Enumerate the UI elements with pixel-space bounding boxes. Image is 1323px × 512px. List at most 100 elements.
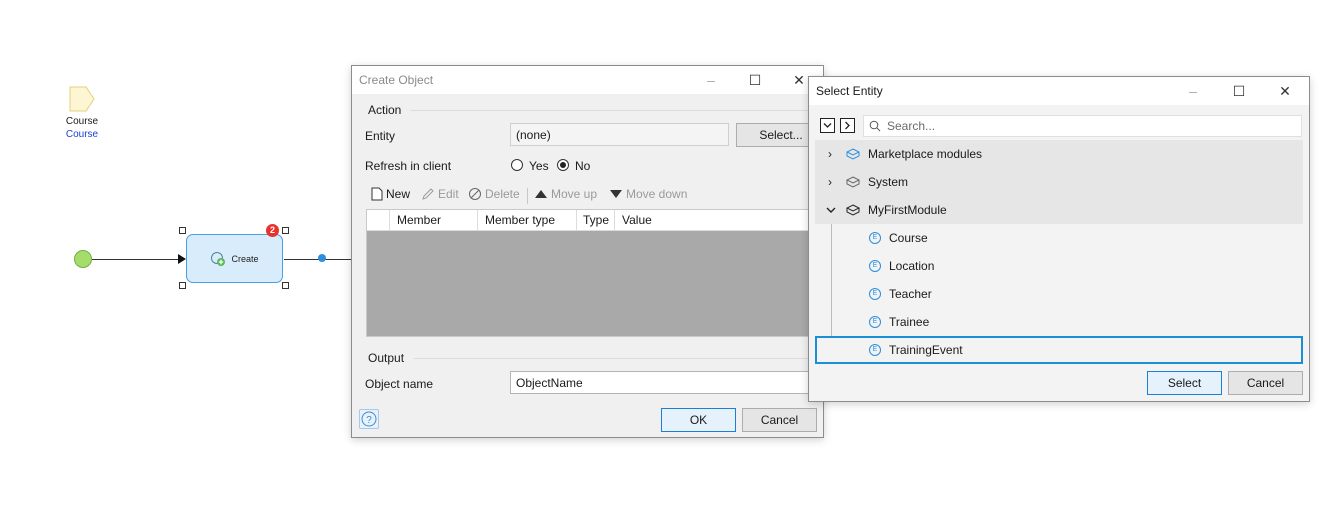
search-placeholder: Search... <box>887 119 936 133</box>
activity-label: Create <box>231 253 259 264</box>
start-event[interactable] <box>74 250 92 268</box>
tree-module-marketplace[interactable]: › Marketplace modules <box>815 140 1303 168</box>
create-object-icon <box>211 251 226 266</box>
triangle-up-icon <box>535 190 547 198</box>
column-member[interactable]: Member <box>397 213 441 227</box>
refresh-yes-radio[interactable] <box>511 159 523 171</box>
new-document-icon <box>371 187 383 201</box>
delete-button[interactable]: Delete <box>468 187 520 201</box>
delete-icon <box>469 188 481 200</box>
toolbar-separator <box>527 188 528 204</box>
refresh-no-label: No <box>575 159 591 173</box>
create-object-dialog: Create Object – ☐ ✕ Action Entity (none)… <box>351 65 830 438</box>
move-up-label: Move up <box>551 187 598 201</box>
entity-icon: E <box>869 288 881 300</box>
selection-handle[interactable] <box>179 282 186 289</box>
tree-entity-teacher[interactable]: E Teacher <box>815 280 1303 308</box>
column-value[interactable]: Value <box>622 213 652 227</box>
refresh-no-radio[interactable] <box>557 159 569 171</box>
collapse-all-button[interactable] <box>840 118 855 133</box>
move-up-button[interactable]: Move up <box>534 187 597 201</box>
tree-entity-course[interactable]: E Course <box>815 224 1303 252</box>
tree-module-system[interactable]: › System <box>815 168 1303 196</box>
maximize-button[interactable]: ☐ <box>733 66 777 94</box>
column-type[interactable]: Type <box>583 213 609 227</box>
help-button[interactable]: ? <box>359 409 379 429</box>
parameter-icon[interactable] <box>68 86 96 112</box>
pencil-icon <box>422 188 434 200</box>
refresh-label: Refresh in client <box>365 159 452 173</box>
chevron-right-icon <box>845 121 850 130</box>
sequence-flow[interactable] <box>92 259 180 260</box>
grid-header: Member Member type Type Value <box>367 210 825 231</box>
dialog-title: Create Object <box>359 73 434 87</box>
member-grid[interactable]: Member Member type Type Value <box>366 209 826 337</box>
action-group-label: Action <box>368 103 402 117</box>
selection-handle[interactable] <box>282 282 289 289</box>
entity-label: Teacher <box>889 287 932 301</box>
refresh-yes-label: Yes <box>529 159 549 173</box>
ok-button[interactable]: OK <box>661 408 736 432</box>
entity-icon: E <box>869 232 881 244</box>
grid-empty-area[interactable] <box>367 231 825 336</box>
connection-port[interactable] <box>318 254 326 262</box>
chevron-right-icon[interactable]: › <box>823 147 837 161</box>
output-group-label: Output <box>368 351 405 365</box>
tree-entity-trainee[interactable]: E Trainee <box>815 308 1303 336</box>
selection-handle[interactable] <box>282 227 289 234</box>
select-button[interactable]: Select <box>1147 371 1222 395</box>
new-button[interactable]: New <box>371 187 410 201</box>
object-name-label: Object name <box>365 377 434 391</box>
chevron-right-icon[interactable]: › <box>823 175 837 189</box>
titlebar[interactable]: Create Object – ☐ ✕ <box>352 66 823 94</box>
group-divider <box>414 358 830 359</box>
close-button[interactable]: ✕ <box>1263 77 1307 105</box>
column-separator <box>477 210 478 231</box>
selection-handle[interactable] <box>179 227 186 234</box>
triangle-down-icon <box>610 190 622 198</box>
column-separator <box>614 210 615 231</box>
arrow-head-icon <box>178 254 186 264</box>
module-label: Marketplace modules <box>868 147 983 161</box>
entity-icon: E <box>869 260 881 272</box>
delete-label: Delete <box>485 187 520 201</box>
select-entity-dialog: Select Entity – ☐ ✕ Search... › Marketpl… <box>808 76 1310 402</box>
move-down-label: Move down <box>626 187 688 201</box>
module-label: System <box>868 175 909 189</box>
edit-button[interactable]: Edit <box>421 187 459 201</box>
move-down-button[interactable]: Move down <box>609 187 687 201</box>
chevron-down-icon <box>823 123 832 128</box>
titlebar[interactable]: Select Entity – ☐ ✕ <box>809 77 1309 105</box>
column-member-type[interactable]: Member type <box>485 213 555 227</box>
module-icon <box>846 204 860 216</box>
module-icon <box>846 148 860 160</box>
chevron-down-icon[interactable] <box>825 204 837 216</box>
help-icon: ? <box>361 411 377 427</box>
maximize-button[interactable]: ☐ <box>1217 77 1261 105</box>
column-separator <box>576 210 577 231</box>
entity-label: Entity <box>365 129 396 143</box>
create-object-activity[interactable]: Create <box>186 234 283 283</box>
error-badge[interactable]: 2 <box>266 224 279 237</box>
dialog-title: Select Entity <box>816 84 883 98</box>
expand-all-button[interactable] <box>820 118 835 133</box>
entity-label: TrainingEvent <box>889 343 963 357</box>
minimize-button[interactable]: – <box>1171 77 1215 105</box>
module-label: MyFirstModule <box>868 203 947 217</box>
object-name-input[interactable]: ObjectName <box>510 371 826 394</box>
entity-label: Course <box>889 231 928 245</box>
parameter-type: Course <box>65 129 99 140</box>
cancel-button[interactable]: Cancel <box>1228 371 1303 395</box>
new-label: New <box>386 187 411 201</box>
cancel-button[interactable]: Cancel <box>742 408 817 432</box>
tree-module-myfirstmodule[interactable]: MyFirstModule <box>815 196 1303 224</box>
minimize-button[interactable]: – <box>689 66 733 94</box>
search-icon <box>869 120 881 132</box>
parameter-name: Course <box>65 116 99 127</box>
tree-entity-location[interactable]: E Location <box>815 252 1303 280</box>
tree-entity-trainingevent[interactable]: E TrainingEvent <box>815 336 1303 364</box>
module-icon <box>846 176 860 188</box>
entity-field: (none) <box>510 123 729 146</box>
entity-label: Trainee <box>889 315 930 329</box>
search-input[interactable]: Search... <box>863 115 1302 137</box>
